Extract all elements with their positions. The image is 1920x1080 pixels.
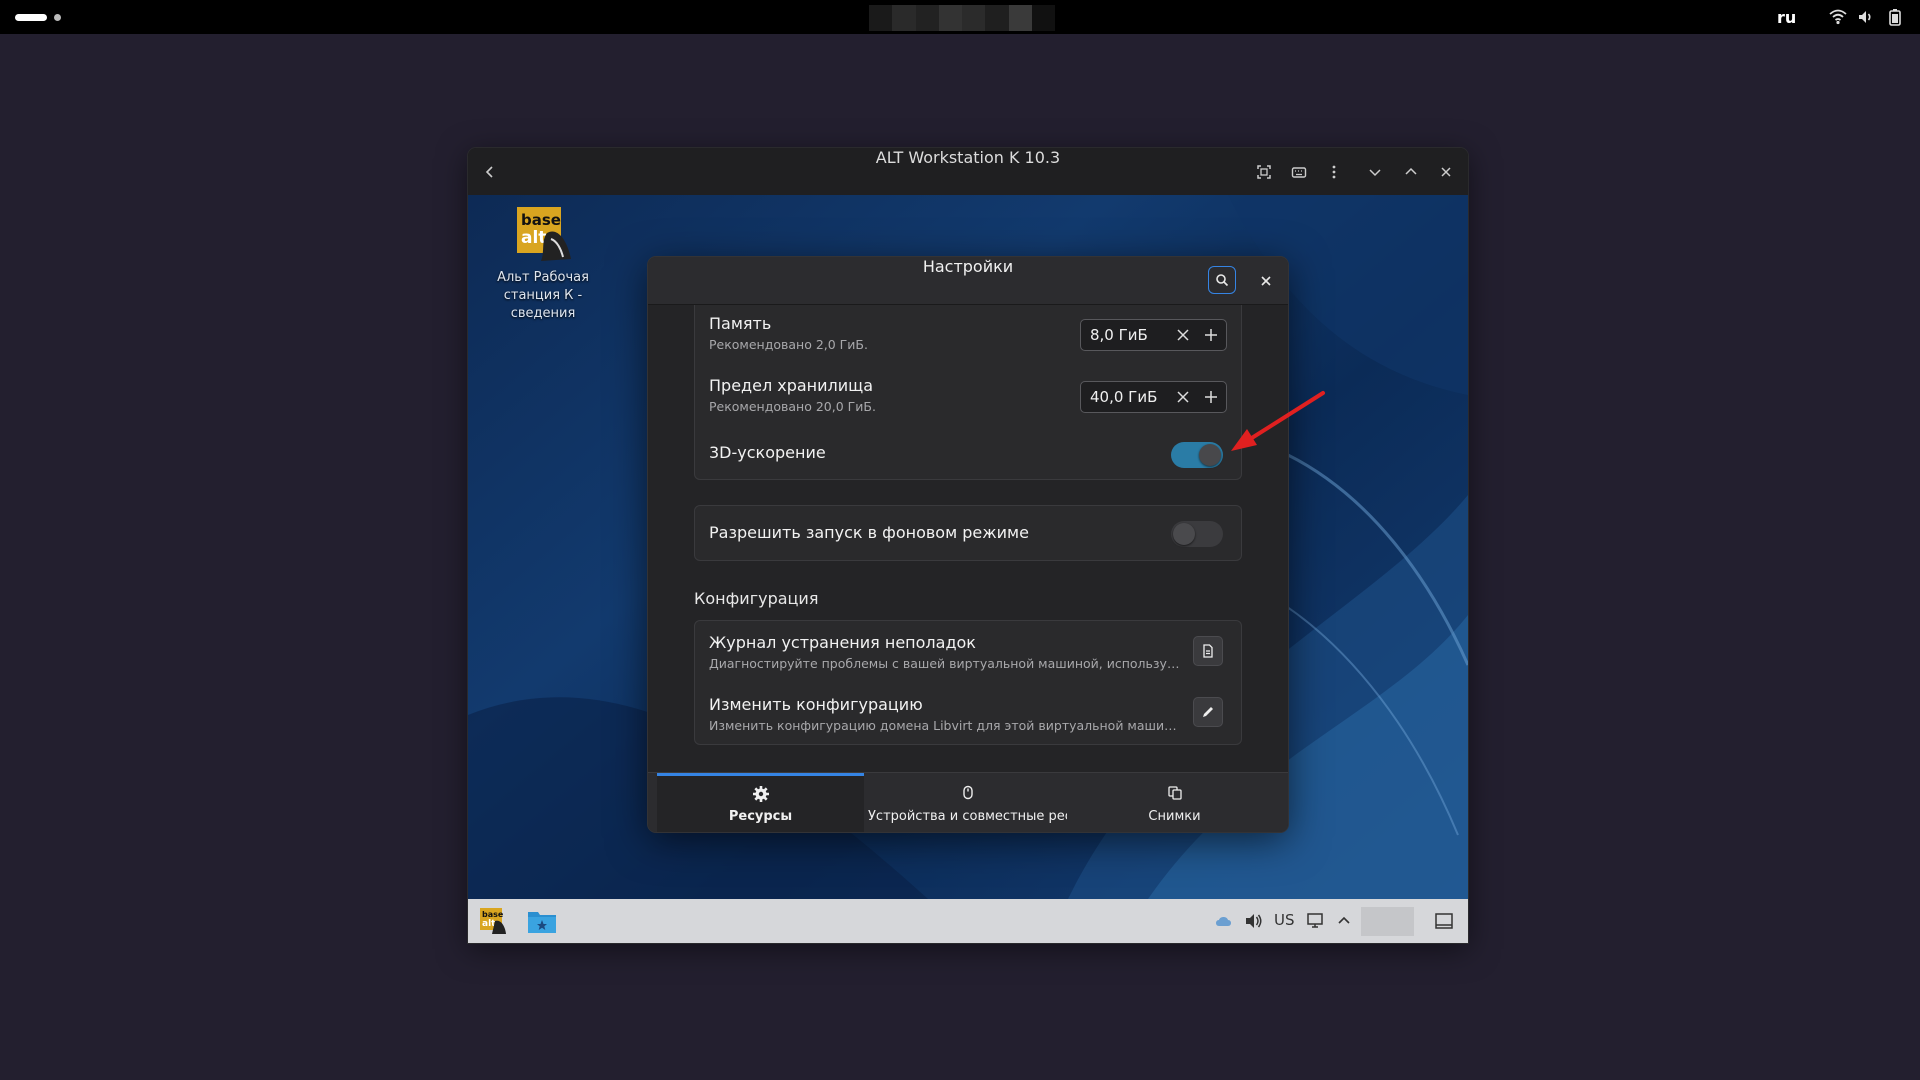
increase-icon[interactable]	[1203, 327, 1219, 343]
desktop-icon-about-system[interactable]: base alt Альт Рабочая станция К - сведен…	[488, 205, 598, 323]
close-window-button[interactable]	[1436, 162, 1456, 182]
file-manager-button[interactable]	[526, 907, 558, 939]
show-hidden-tray-button[interactable]	[1334, 911, 1354, 935]
search-button[interactable]	[1208, 266, 1236, 294]
basealt-logo-icon: base alt	[517, 207, 571, 261]
settings-header: Настройки	[648, 257, 1288, 305]
show-desktop-button[interactable]	[1434, 911, 1454, 935]
volume-icon[interactable]	[1857, 8, 1875, 26]
vm-window-title: ALT Workstation K 10.3	[875, 148, 1061, 167]
tab-resources[interactable]: Ресурсы	[657, 773, 864, 832]
svg-text:base: base	[482, 910, 504, 919]
kebab-menu-icon	[1332, 165, 1336, 179]
tab-label: Устройства и совместные ресу...	[868, 809, 1067, 824]
search-icon	[1216, 274, 1229, 287]
mouse-icon	[962, 785, 973, 800]
chevron-down-icon	[1369, 169, 1381, 177]
configuration-card: Журнал устранения неполадок Диагностируй…	[694, 620, 1242, 745]
network-tray-icon[interactable]	[1214, 911, 1234, 935]
keyboard-language-indicator[interactable]: ru	[1777, 8, 1796, 27]
accel3d-label: 3D-ускорение	[709, 443, 826, 462]
top-bar: ru	[0, 0, 1920, 34]
annotation-arrow	[1231, 391, 1325, 451]
workspace-indicator[interactable]	[54, 14, 61, 21]
wifi-icon[interactable]	[1829, 8, 1847, 26]
chevron-up-icon	[1405, 167, 1417, 175]
clock-redacted[interactable]	[1361, 907, 1414, 936]
tab-devices[interactable]: Устройства и совместные ресу...	[864, 773, 1071, 832]
memory-hint: Рекомендовано 2,0 ГиБ.	[709, 337, 868, 352]
vm-menu-button[interactable]	[1324, 162, 1344, 182]
configuration-section-title: Конфигурация	[694, 589, 819, 608]
gear-icon	[752, 786, 769, 802]
settings-title: Настройки	[922, 257, 1014, 276]
settings-dialog: Настройки Память Рекомендовано 2,0 ГиБ. …	[648, 257, 1288, 832]
tab-label: Ресурсы	[728, 809, 793, 824]
troubleshoot-label: Журнал устранения неполадок	[709, 633, 976, 652]
close-icon	[1261, 276, 1271, 286]
memory-value[interactable]: 8,0 ГиБ	[1090, 326, 1148, 344]
edit-config-button[interactable]	[1193, 697, 1223, 727]
fullscreen-button[interactable]	[1254, 162, 1274, 182]
svg-text:base: base	[521, 211, 561, 229]
chevron-left-icon	[485, 166, 493, 178]
keyboard-icon	[1291, 167, 1307, 178]
storage-spinbutton[interactable]: 40,0 ГиБ	[1080, 381, 1227, 413]
show-desktop-icon	[1435, 913, 1453, 929]
resources-card: Память Рекомендовано 2,0 ГиБ. 8,0 ГиБ Пр…	[694, 305, 1242, 480]
vm-window-header: ALT Workstation K 10.3	[468, 148, 1468, 196]
volume-tray-icon[interactable]	[1244, 911, 1264, 935]
settings-close-button[interactable]	[1256, 271, 1276, 291]
memory-spinbutton[interactable]: 8,0 ГиБ	[1080, 319, 1227, 351]
desktop-icon-label: Альт Рабочая станция К - сведения	[497, 270, 589, 321]
display-tray-icon[interactable]	[1306, 911, 1326, 935]
maximize-button[interactable]	[1401, 162, 1421, 182]
edit-config-description: Изменить конфигурацию домена Libvirt для…	[709, 718, 1184, 733]
app-menu-button[interactable]: base alt	[478, 907, 508, 939]
memory-label: Память	[709, 314, 772, 333]
storage-hint: Рекомендовано 20,0 ГиБ.	[709, 399, 876, 414]
storage-label: Предел хранилища	[709, 376, 874, 395]
tab-label: Снимки	[1148, 809, 1201, 824]
storage-value[interactable]: 40,0 ГиБ	[1090, 388, 1157, 406]
background-switch[interactable]	[1171, 521, 1223, 547]
troubleshoot-description: Диагностируйте проблемы с вашей виртуаль…	[709, 656, 1184, 671]
keyboard-layout-indicator[interactable]: US	[1274, 911, 1295, 929]
svg-text:alt: alt	[521, 228, 546, 248]
keyboard-shortcuts-button[interactable]	[1289, 162, 1309, 182]
basealt-menu-icon: base alt	[480, 908, 506, 934]
close-icon	[1441, 167, 1451, 177]
document-icon	[1203, 644, 1213, 658]
tab-snapshots[interactable]: Снимки	[1071, 773, 1278, 832]
back-button[interactable]	[480, 162, 500, 182]
troubleshoot-log-button[interactable]	[1193, 636, 1223, 666]
decrease-icon[interactable]	[1175, 389, 1191, 405]
switch-knob	[1173, 523, 1195, 545]
settings-tab-bar: Ресурсы Устройства и совместные ресу... …	[648, 772, 1288, 832]
pencil-icon	[1203, 707, 1213, 717]
background-label: Разрешить запуск в фоновом режиме	[709, 523, 1029, 542]
monitor-icon	[1307, 913, 1323, 928]
guest-taskbar: base alt US	[468, 899, 1468, 943]
snapshot-icon	[1167, 786, 1182, 800]
cloud-icon	[1216, 917, 1231, 926]
increase-icon[interactable]	[1203, 389, 1219, 405]
clock-redacted[interactable]	[869, 5, 1055, 31]
active-workspace-indicator[interactable]	[15, 14, 47, 21]
battery-icon[interactable]	[1886, 8, 1904, 26]
background-card: Разрешить запуск в фоновом режиме	[694, 505, 1242, 561]
fullscreen-icon	[1257, 165, 1271, 179]
decrease-icon[interactable]	[1175, 327, 1191, 343]
minimize-button[interactable]	[1365, 162, 1385, 182]
chevron-up-icon	[1338, 916, 1350, 924]
speaker-icon	[1246, 914, 1262, 928]
switch-knob	[1199, 444, 1221, 466]
accel3d-switch[interactable]	[1171, 442, 1223, 468]
edit-config-label: Изменить конфигурацию	[709, 695, 923, 714]
folder-icon	[528, 912, 556, 933]
